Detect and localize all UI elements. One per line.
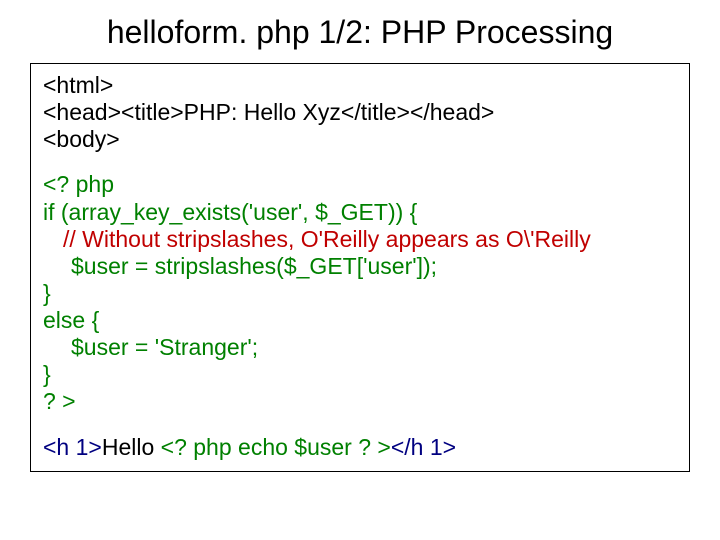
code-line: $user = stripslashes($_GET['user']); bbox=[43, 253, 677, 280]
code-line: } bbox=[43, 361, 677, 388]
code-line: <body> bbox=[43, 126, 677, 153]
tag-open: <h 1> bbox=[43, 434, 102, 460]
php-inline: <? php echo $user ? > bbox=[161, 434, 391, 460]
text-hello: Hello bbox=[102, 434, 161, 460]
slide: helloform. php 1/2: PHP Processing <html… bbox=[0, 0, 720, 492]
code-line: <h 1>Hello <? php echo $user ? ></h 1> bbox=[43, 434, 677, 461]
code-line: if (array_key_exists('user', $_GET)) { bbox=[43, 199, 677, 226]
code-line: <head><title>PHP: Hello Xyz</title></hea… bbox=[43, 99, 677, 126]
code-line: } bbox=[43, 280, 677, 307]
code-box: <html> <head><title>PHP: Hello Xyz</titl… bbox=[30, 63, 690, 472]
code-line: $user = 'Stranger'; bbox=[43, 334, 677, 361]
slide-title: helloform. php 1/2: PHP Processing bbox=[30, 14, 690, 51]
code-line: <? php bbox=[43, 171, 677, 198]
blank-line bbox=[43, 416, 677, 434]
code-line: ? > bbox=[43, 388, 677, 415]
blank-line bbox=[43, 153, 677, 171]
code-line: else { bbox=[43, 307, 677, 334]
code-line: <html> bbox=[43, 72, 677, 99]
code-comment: // Without stripslashes, O'Reilly appear… bbox=[43, 226, 677, 253]
tag-close: </h 1> bbox=[391, 434, 456, 460]
